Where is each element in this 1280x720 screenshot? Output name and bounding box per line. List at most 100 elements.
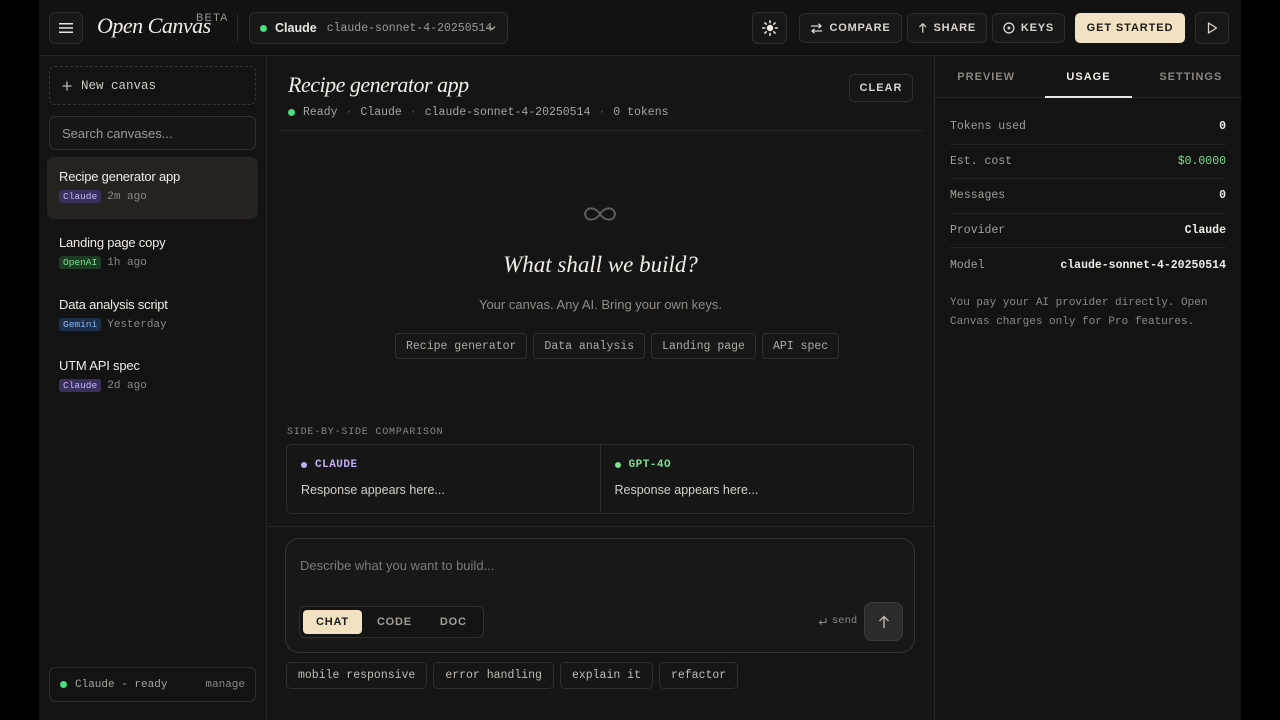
key-circle-icon <box>1003 22 1015 34</box>
share-button[interactable]: SHARE <box>907 13 987 43</box>
plus-icon <box>62 81 72 90</box>
divider <box>279 130 923 131</box>
prompt-composer: CHAT CODE DOC send <box>285 538 915 653</box>
right-panel: PREVIEW USAGE SETTINGS Tokens used 0 Est… <box>934 56 1242 720</box>
menu-button[interactable] <box>49 12 83 44</box>
canvas-title: Data analysis script <box>59 297 168 312</box>
stat-value: 0 <box>1219 189 1226 203</box>
canvas-title: Landing page copy <box>59 235 166 250</box>
comparison-model-name: CLAUDE <box>315 459 358 471</box>
canvas-time: 1h ago <box>107 256 147 269</box>
page-title[interactable]: Recipe generator app <box>288 72 469 98</box>
stat-value: claude-sonnet-4-20250514 <box>1060 258 1226 272</box>
canvas-list-item[interactable]: Landing page copy OpenAI 1h ago <box>47 223 258 285</box>
comparison-column-claude: CLAUDE Response appears here... <box>287 445 600 513</box>
suggestion-chip[interactable]: mobile responsive <box>286 662 428 689</box>
canvas-title: Recipe generator app <box>59 169 181 184</box>
sun-icon <box>761 20 778 36</box>
canvas-list-item[interactable]: UTM API spec Claude 2d ago <box>47 346 258 408</box>
clear-button[interactable]: CLEAR <box>849 74 913 102</box>
status-dot <box>260 24 267 32</box>
mode-doc[interactable]: DOC <box>427 610 480 634</box>
send-button[interactable] <box>864 602 903 641</box>
suggestion-chip[interactable]: refactor <box>658 662 739 689</box>
suggestion-chip[interactable]: error handling <box>433 662 554 689</box>
starter-chip[interactable]: API spec <box>761 333 840 359</box>
new-canvas-label: New canvas <box>81 78 157 93</box>
compare-label: COMPARE <box>829 22 891 34</box>
starter-chip[interactable]: Recipe generator <box>395 333 528 359</box>
status-dot <box>60 681 67 688</box>
beta-badge: BETA <box>196 12 229 24</box>
divider <box>267 526 934 527</box>
canvas-list-item[interactable]: Recipe generator app Claude 2m ago <box>47 157 258 219</box>
theme-toggle-button[interactable] <box>752 12 787 44</box>
meta-status: Ready <box>303 106 338 119</box>
search-input[interactable] <box>49 116 256 150</box>
status-dot <box>288 109 295 116</box>
header-divider <box>237 14 238 42</box>
stat-label: Model <box>950 258 985 272</box>
tab-usage[interactable]: USAGE <box>1037 56 1139 98</box>
starter-chip[interactable]: Landing page <box>651 333 756 359</box>
canvas-time: 2m ago <box>107 190 147 203</box>
enter-key-icon <box>818 617 827 625</box>
stat-label: Messages <box>950 189 1006 203</box>
send-hint-label: send <box>832 615 858 627</box>
canvas-list-item[interactable]: Data analysis script Gemini Yesterday <box>47 285 258 347</box>
compare-button[interactable]: COMPARE <box>799 13 902 43</box>
stat-row: Tokens used 0 <box>950 110 1226 145</box>
new-canvas-button[interactable]: New canvas <box>49 66 256 105</box>
usage-stats: Tokens used 0 Est. cost $0.0000 Messages… <box>950 110 1226 283</box>
provider-status-text: Claude - ready <box>75 678 168 691</box>
stat-row: Est. cost $0.0000 <box>950 145 1226 179</box>
app-logo[interactable]: Open Canvas <box>97 13 211 39</box>
billing-note: You pay your AI provider directly. Open … <box>950 297 1208 328</box>
empty-state-subtitle: Your canvas. Any AI. Bring your own keys… <box>478 297 723 312</box>
keys-button[interactable]: KEYS <box>992 13 1065 43</box>
model-selector[interactable]: Claude claude-sonnet-4-20250514 <box>249 12 508 44</box>
panel-tabs: PREVIEW USAGE SETTINGS <box>935 56 1242 98</box>
meta-separator: · <box>598 106 606 119</box>
stat-value: $0.0000 <box>1177 154 1226 168</box>
chevron-down-icon <box>488 26 496 31</box>
model-id: claude-sonnet-4-20250514 <box>326 21 493 35</box>
provider-status: Claude - ready manage <box>49 667 256 702</box>
canvas-title: UTM API spec <box>59 358 140 373</box>
top-bar: Open Canvas BETA Claude claude-sonnet-4-… <box>39 0 1241 56</box>
comparison-model-name: GPT-4O <box>628 459 672 471</box>
stat-row: Model claude-sonnet-4-20250514 <box>950 248 1226 283</box>
meta-separator: · <box>409 106 417 119</box>
model-provider: Claude <box>275 21 317 35</box>
upload-arrow-icon <box>918 22 927 33</box>
main-canvas: Recipe generator app CLEAR Ready · Claud… <box>267 56 934 720</box>
mode-chat[interactable]: CHAT <box>303 610 362 634</box>
starter-chip[interactable]: Data analysis <box>533 333 646 359</box>
meta-separator: · <box>345 106 353 119</box>
comparison-response: Response appears here... <box>614 483 759 497</box>
starter-chips: Recipe generator Data analysis Landing p… <box>395 333 840 359</box>
mode-selector: CHAT CODE DOC <box>299 606 484 638</box>
stat-value: Claude <box>1184 223 1226 237</box>
stat-value: 0 <box>1219 120 1226 134</box>
canvas-meta: Ready · Claude · claude-sonnet-4-2025051… <box>288 106 669 119</box>
run-button[interactable] <box>1195 12 1229 44</box>
tab-settings[interactable]: SETTINGS <box>1140 56 1242 97</box>
get-started-button[interactable]: GET STARTED <box>1075 13 1185 43</box>
status-dot <box>301 462 307 468</box>
provider-badge: Claude <box>59 379 102 392</box>
comparison-panel: CLAUDE Response appears here... GPT-4O R… <box>286 444 914 514</box>
arrow-up-icon <box>878 615 889 628</box>
mode-code[interactable]: CODE <box>364 610 425 634</box>
compare-arrows-icon <box>811 22 823 34</box>
suggestion-chips: mobile responsive error handling explain… <box>286 662 739 689</box>
prompt-input[interactable] <box>300 553 860 577</box>
provider-badge: Gemini <box>59 318 102 331</box>
status-dot <box>614 462 621 468</box>
comparison-response: Response appears here... <box>301 483 445 497</box>
empty-state-title: What shall we build? <box>503 252 698 277</box>
keys-label: KEYS <box>1020 22 1054 34</box>
tab-preview[interactable]: PREVIEW <box>935 56 1037 97</box>
manage-link[interactable]: manage <box>205 679 245 691</box>
suggestion-chip[interactable]: explain it <box>559 662 653 689</box>
